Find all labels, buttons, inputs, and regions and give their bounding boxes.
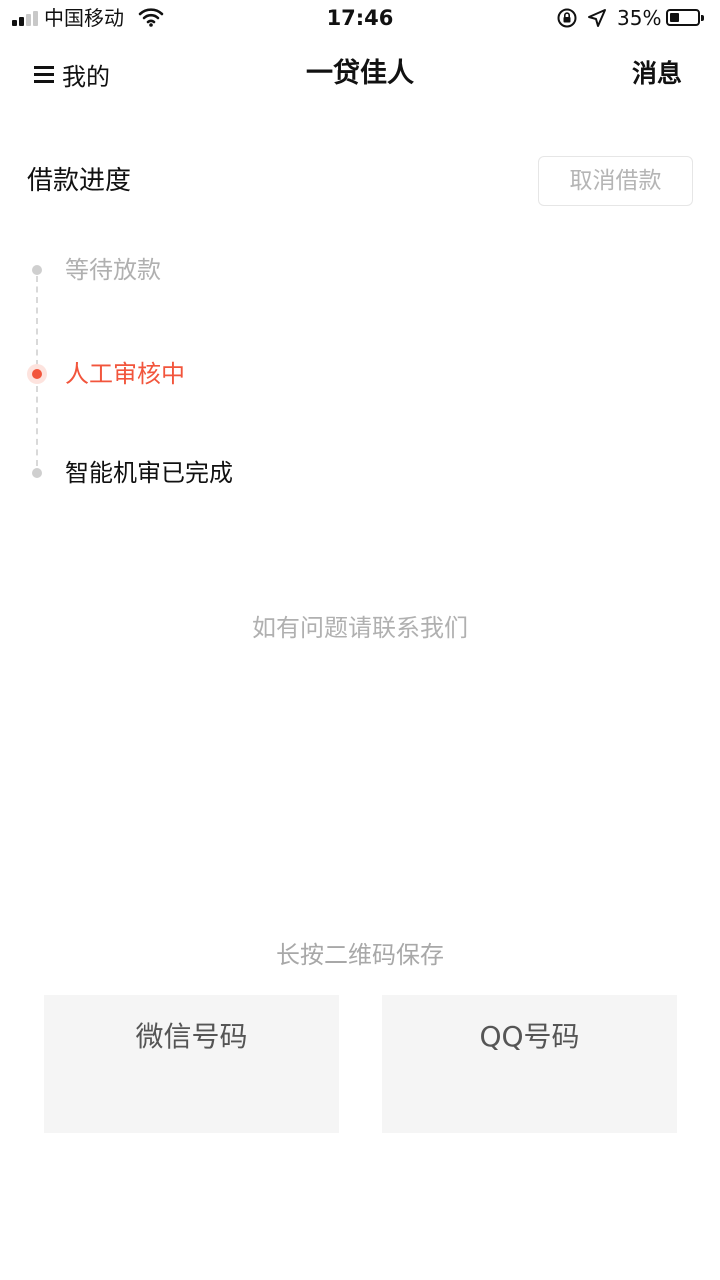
cancel-loan-button[interactable]: 取消借款 bbox=[538, 156, 693, 206]
status-time: 17:46 bbox=[326, 6, 394, 30]
step-label-done: 智能机审已完成 bbox=[65, 459, 233, 487]
step-label-pending: 等待放款 bbox=[65, 256, 161, 284]
contact-us-note: 如有问题请联系我们 bbox=[252, 614, 468, 642]
wechat-qr-label: 微信号码 bbox=[135, 1020, 248, 1053]
location-arrow-icon bbox=[587, 8, 607, 28]
timeline-connector bbox=[36, 386, 38, 466]
timeline-connector bbox=[36, 276, 38, 366]
battery-icon bbox=[666, 9, 704, 26]
qq-qr-card[interactable]: QQ号码 bbox=[382, 995, 677, 1133]
rotation-lock-icon bbox=[556, 7, 578, 29]
wechat-qr-card[interactable]: 微信号码 bbox=[44, 995, 339, 1133]
timeline-dot-pending bbox=[32, 265, 42, 275]
step-label-active: 人工审核中 bbox=[65, 360, 185, 388]
progress-timeline: 等待放款 人工审核中 智能机审已完成 bbox=[0, 240, 720, 500]
messages-button[interactable]: 消息 bbox=[632, 56, 682, 92]
timeline-dot-done bbox=[32, 468, 42, 478]
battery-percent: 35% bbox=[617, 6, 662, 30]
qr-save-hint: 长按二维码保存 bbox=[276, 941, 444, 969]
timeline-dot-active bbox=[32, 369, 42, 379]
page-title: 一贷佳人 bbox=[306, 58, 414, 89]
status-bar: 中国移动 17:46 35% bbox=[0, 0, 720, 38]
loan-progress-title: 借款进度 bbox=[27, 166, 132, 196]
qq-qr-label: QQ号码 bbox=[479, 1020, 580, 1053]
